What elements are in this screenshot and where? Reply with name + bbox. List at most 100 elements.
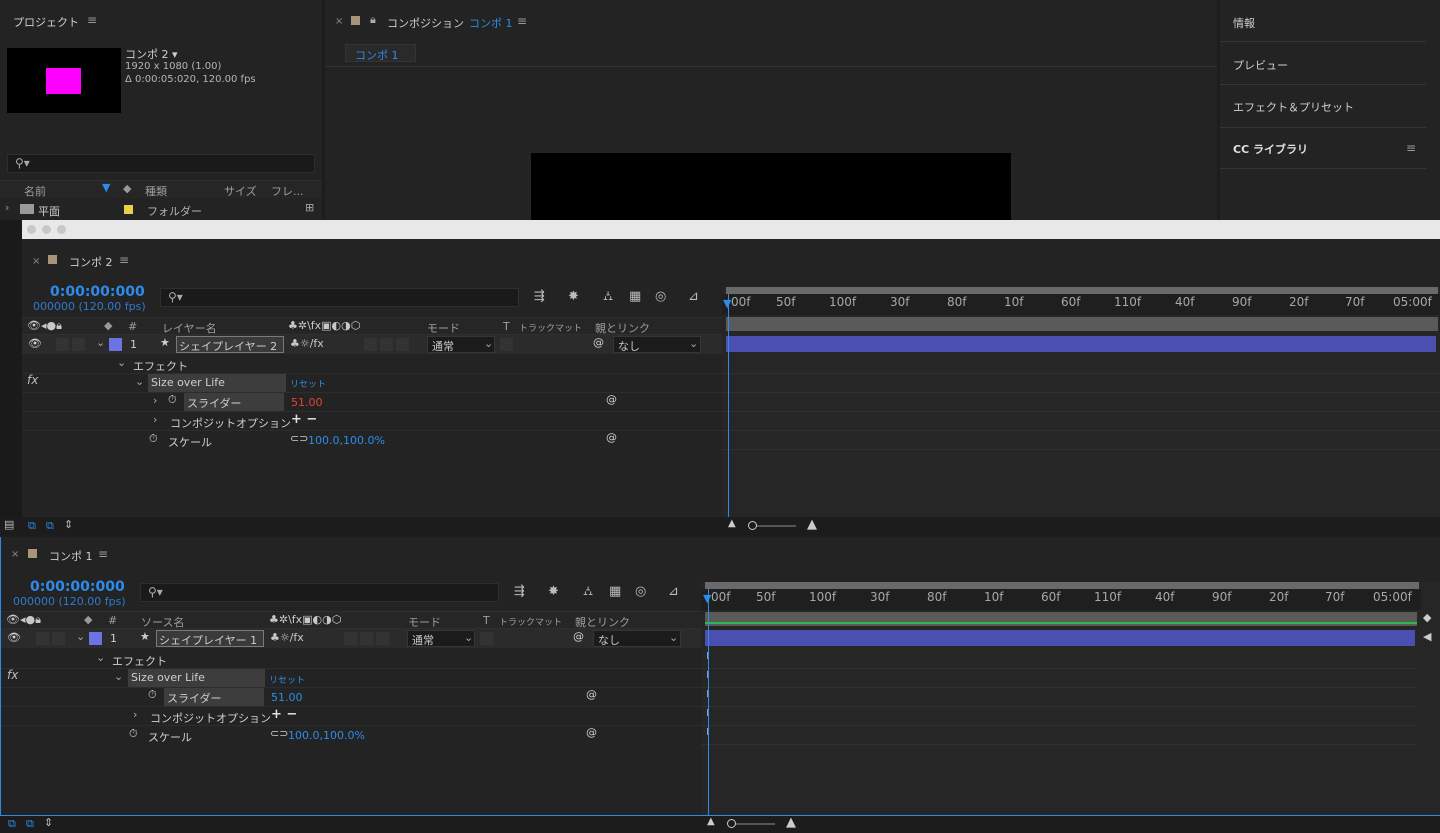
zoom-slider[interactable]	[748, 521, 796, 530]
panel-cc-libraries[interactable]: CC ライブラリ ≡	[1220, 129, 1426, 169]
switch-box[interactable]	[36, 632, 49, 645]
switch-box[interactable]	[360, 632, 373, 645]
chevron-right-icon[interactable]: ›	[153, 413, 157, 426]
switch-box[interactable]	[396, 338, 409, 351]
timeline-tab[interactable]: コンポ 2	[69, 254, 113, 270]
trkmat-box[interactable]	[500, 338, 513, 351]
layer-row[interactable]: 👁︎ ⌄ 1 ★ シェイプレイヤー 1 ♣☼/fx 通常 ⌄ @ なし ⌄	[1, 629, 701, 648]
window-titlebar[interactable]	[22, 220, 1440, 239]
project-row-folder[interactable]: › 平面 フォルダー ⊞	[0, 200, 322, 218]
pickwhip-icon[interactable]: @	[606, 393, 617, 406]
visibility-eye-icon[interactable]: 👁︎	[7, 631, 21, 644]
zoom-out-icon[interactable]: ▲	[728, 518, 736, 529]
composition-tab[interactable]: コンポ 1	[345, 44, 416, 62]
time-ruler[interactable]: 00f 50f 100f 30f 80f 10f 60f 110f 40f 90…	[722, 294, 1440, 315]
layer-name-field[interactable]: シェイプレイヤー 1	[156, 630, 264, 647]
comp-mini-flowchart-icon[interactable]: ⇶	[514, 584, 525, 599]
pickwhip-icon[interactable]: @	[593, 336, 604, 349]
modes-toggle-icon[interactable]: ⧉	[26, 817, 34, 831]
chevron-down-icon[interactable]: ⌄	[96, 336, 105, 349]
panel-preview[interactable]: プレビュー	[1220, 43, 1426, 85]
scroll-end-icon[interactable]: ◆	[1423, 611, 1431, 624]
col-type[interactable]: 種類	[145, 183, 167, 199]
comp-mini-flowchart-icon[interactable]: ⇶	[534, 289, 545, 304]
col-layer-name[interactable]: レイヤー名	[162, 320, 217, 336]
close-icon[interactable]: ×	[32, 256, 40, 267]
lock-icon[interactable]: 🔒︎	[370, 13, 376, 27]
project-search-input[interactable]: ⚲▾	[7, 154, 315, 173]
slider-value[interactable]: 51.00	[271, 691, 303, 704]
project-title[interactable]: プロジェクト	[13, 14, 79, 30]
link-chain-icon[interactable]: ⊂⊃	[270, 727, 288, 740]
switch-box[interactable]	[52, 632, 65, 645]
chevron-down-icon[interactable]: ⌄	[76, 630, 85, 643]
current-time-indicator[interactable]	[708, 589, 709, 815]
graph-editor-icon[interactable]: ⊿	[668, 584, 679, 599]
mode-dropdown[interactable]: 通常 ⌄	[407, 630, 475, 647]
layer-switches-icons[interactable]: ♣☼/fx	[290, 337, 324, 350]
work-area-bar[interactable]	[705, 582, 1419, 589]
trkmat-box[interactable]	[480, 632, 493, 645]
link-chain-icon[interactable]: ⊂⊃	[290, 432, 308, 445]
col-size[interactable]: サイズ	[224, 183, 257, 199]
flowchart-icon[interactable]: ⊞	[305, 201, 314, 214]
pickwhip-icon[interactable]: @	[573, 630, 584, 643]
plus-minus-controls[interactable]: + −	[291, 412, 317, 427]
in-out-toggle-icon[interactable]: ⇕	[44, 816, 53, 829]
col-source-name[interactable]: ソース名	[141, 614, 184, 630]
time-graph[interactable]: 00f 50f 100f 30f 80f 10f 60f 110f 40f 90…	[722, 287, 1440, 519]
zoom-slider-handle[interactable]	[727, 819, 736, 828]
close-icon[interactable]: ×	[11, 549, 19, 560]
layer-name-field[interactable]: シェイプレイヤー 2	[176, 336, 284, 353]
switch-box[interactable]	[364, 338, 377, 351]
close-icon[interactable]: ×	[335, 16, 343, 27]
draft-3d-icon[interactable]: ✸	[548, 584, 559, 599]
frame-blend-icon[interactable]: ▦	[609, 584, 621, 599]
zoom-in-icon[interactable]: ▲	[807, 517, 817, 532]
timeline-search-input[interactable]: ⚲▾	[160, 288, 519, 307]
fx-icon[interactable]: fx	[7, 668, 18, 682]
chevron-down-icon[interactable]: ⌄	[114, 670, 123, 683]
chevron-right-icon[interactable]: ›	[5, 201, 9, 214]
pickwhip-icon[interactable]: @	[606, 431, 617, 444]
stopwatch-icon[interactable]: ⏱︎	[148, 688, 157, 702]
scale-value[interactable]: 100.0,100.0%	[288, 729, 365, 742]
chevron-down-icon[interactable]: ⌄	[96, 651, 105, 664]
parent-dropdown[interactable]: なし ⌄	[593, 630, 681, 647]
panel-info[interactable]: 情報	[1220, 0, 1426, 42]
chevron-right-icon[interactable]: ›	[133, 708, 137, 721]
motion-blur-icon[interactable]: ◎	[635, 584, 646, 599]
col-frame[interactable]: フレ...	[271, 183, 304, 199]
pickwhip-icon[interactable]: @	[586, 726, 597, 739]
plus-minus-controls[interactable]: + −	[271, 707, 297, 722]
current-time-indicator[interactable]	[728, 294, 729, 519]
stopwatch-icon[interactable]: ⏱︎	[168, 393, 177, 407]
layer-duration-bar[interactable]	[705, 630, 1415, 646]
draft-3d-icon[interactable]: ✸	[568, 289, 579, 304]
frame-blend-icon[interactable]: ▦	[629, 289, 641, 304]
scale-value[interactable]: 100.0,100.0%	[308, 434, 385, 447]
reset-link[interactable]: リセット	[290, 377, 326, 390]
layer-duration-bar[interactable]	[726, 336, 1436, 352]
switch-box[interactable]	[376, 632, 389, 645]
composition-viewer[interactable]	[531, 153, 1011, 220]
slider-label-field[interactable]: スライダー	[184, 393, 284, 411]
layer-switches-toggle-icon[interactable]: ⧉	[28, 519, 36, 533]
timeline-search-input[interactable]: ⚲▾	[140, 583, 499, 602]
window-min-dot[interactable]	[42, 225, 51, 234]
window-max-dot[interactable]	[57, 225, 66, 234]
cc-menu-icon[interactable]: ≡	[1406, 141, 1416, 155]
switch-box[interactable]	[344, 632, 357, 645]
shy-icon[interactable]: ⛼	[583, 584, 593, 601]
shy-icon[interactable]: ⛼	[603, 289, 613, 306]
pickwhip-icon[interactable]: @	[586, 688, 597, 701]
stopwatch-icon[interactable]: ⏱︎	[129, 727, 138, 741]
layer-switches-icons[interactable]: ♣☼/fx	[270, 631, 304, 644]
zoom-in-icon[interactable]: ▲	[786, 815, 796, 830]
composition-menu-icon[interactable]: ≡	[517, 14, 527, 28]
modes-toggle-icon[interactable]: ⧉	[46, 519, 54, 533]
keyframe-nav-icon[interactable]: ◀	[1423, 630, 1431, 643]
zoom-out-icon[interactable]: ▲	[707, 816, 715, 827]
chevron-down-icon[interactable]: ⌄	[117, 356, 126, 369]
layer-label-color[interactable]	[89, 632, 102, 645]
